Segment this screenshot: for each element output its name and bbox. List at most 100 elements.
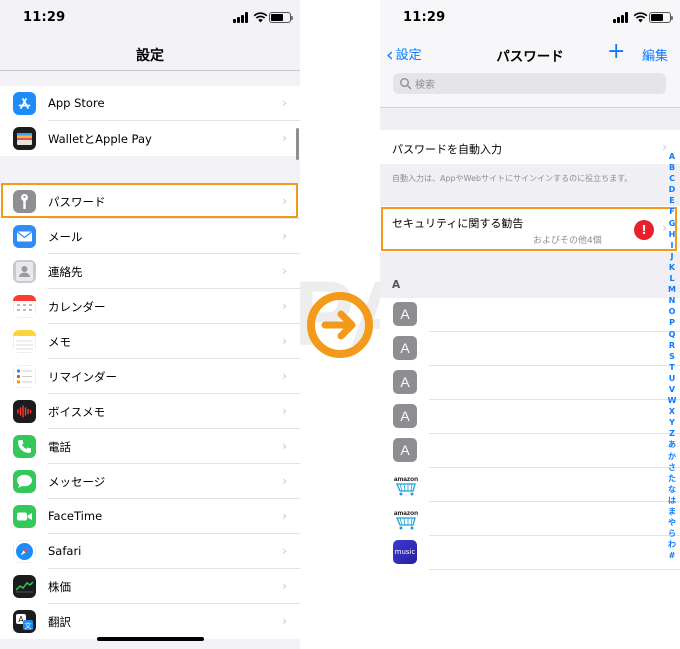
facetime-icon [13, 505, 36, 528]
settings-row-reminders[interactable]: リマインダー › [0, 359, 300, 394]
index-letter[interactable]: O [666, 306, 678, 317]
index-letter[interactable]: H [666, 229, 678, 240]
settings-row-contacts[interactable]: 連絡先 › [0, 254, 300, 289]
index-letter[interactable]: ら [666, 528, 678, 539]
index-letter[interactable]: G [666, 218, 678, 229]
settings-row-mail[interactable]: メール › [0, 219, 300, 254]
index-letter[interactable]: は [666, 495, 678, 506]
settings-row-calendar[interactable]: カレンダー › [0, 289, 300, 324]
index-letter[interactable]: わ [666, 539, 678, 550]
password-entry[interactable]: amazon [380, 468, 680, 502]
settings-group-store: App Store › WalletとApple Pay › [0, 86, 300, 156]
row-label: 連絡先 [48, 265, 83, 279]
password-entry[interactable]: A [380, 332, 680, 366]
index-letter[interactable]: F [666, 206, 678, 217]
home-indicator[interactable] [97, 637, 204, 641]
index-letter[interactable]: A [666, 151, 678, 162]
status-time: 11:29 [403, 10, 446, 25]
index-letter[interactable]: U [666, 373, 678, 384]
index-letter[interactable]: さ [666, 462, 678, 473]
calendar-icon [13, 295, 36, 318]
index-letter[interactable]: Z [666, 428, 678, 439]
index-letter[interactable]: P [666, 317, 678, 328]
safari-icon [13, 540, 36, 563]
status-bar: 11:29 [380, 0, 680, 36]
chevron-right-icon: › [282, 404, 287, 418]
page-title: 設定 [136, 48, 164, 64]
index-letter[interactable]: や [666, 517, 678, 528]
index-letter[interactable]: Y [666, 417, 678, 428]
index-letter[interactable]: K [666, 262, 678, 273]
row-separator [429, 569, 680, 570]
row-label: 株価 [48, 580, 71, 594]
settings-screen: 11:29 設定 App Store › WalletとApple Pay › パスワ… [0, 0, 300, 649]
row-label: App Store [48, 96, 105, 110]
autofill-label: パスワードを自動入力 [392, 143, 502, 156]
highlight-security-row [381, 207, 677, 251]
settings-row-translate[interactable]: A 文翻訳 › [0, 604, 300, 639]
settings-row-voice-memo[interactable]: ボイスメモ › [0, 394, 300, 429]
password-entry[interactable]: music [380, 536, 680, 570]
index-letter[interactable]: R [666, 340, 678, 351]
index-letter[interactable]: J [666, 251, 678, 262]
settings-row-app-store[interactable]: App Store › [0, 86, 300, 121]
search-field[interactable]: 検索 [393, 73, 666, 94]
row-label: WalletとApple Pay [48, 132, 152, 146]
edit-button[interactable]: 編集 [642, 45, 668, 64]
index-letter[interactable]: か [666, 451, 678, 462]
section-index[interactable]: A B C D E F G H I J K L M N O P Q R S T U V W X Y Z あかさたなはまやらわ # [666, 151, 678, 561]
settings-row-stocks[interactable]: 株価 › [0, 569, 300, 604]
index-letter[interactable]: あ [666, 439, 678, 450]
password-entry[interactable]: A [380, 366, 680, 400]
chevron-right-icon: › [282, 474, 287, 488]
index-letter[interactable]: ま [666, 506, 678, 517]
row-label: ボイスメモ [48, 405, 106, 419]
status-time: 11:29 [23, 10, 66, 25]
settings-row-wallet[interactable]: WalletとApple Pay › [0, 121, 300, 156]
settings-row-notes[interactable]: メモ › [0, 324, 300, 359]
index-letter[interactable]: V [666, 384, 678, 395]
index-letter[interactable]: N [666, 295, 678, 306]
index-letter[interactable]: D [666, 184, 678, 195]
password-entry[interactable]: A [380, 434, 680, 468]
index-letter[interactable]: X [666, 406, 678, 417]
voice-memo-icon [13, 400, 36, 423]
stocks-icon [13, 575, 36, 598]
index-letter[interactable]: Q [666, 329, 678, 340]
index-letter[interactable]: # [666, 550, 678, 561]
index-letter[interactable]: E [666, 195, 678, 206]
settings-group-apps: パスワード › メール › 連絡先 › カレンダー › メモ › リマインダー › ボイスメモ › 電話 › メ… [0, 184, 300, 639]
svg-text:amazon: amazon [394, 510, 418, 517]
chevron-right-icon: › [282, 96, 287, 110]
row-label: 電話 [48, 440, 71, 454]
index-letter[interactable]: M [666, 284, 678, 295]
password-entry[interactable]: A [380, 298, 680, 332]
index-letter[interactable]: C [666, 173, 678, 184]
index-letter[interactable]: な [666, 484, 678, 495]
section-spacer [380, 108, 680, 130]
page-title: パスワード [496, 49, 564, 65]
settings-row-phone[interactable]: 電話 › [0, 429, 300, 464]
scroll-indicator[interactable] [296, 128, 299, 160]
settings-row-safari[interactable]: Safari › [0, 534, 300, 569]
chevron-right-icon: › [282, 131, 287, 145]
autofill-passwords-row[interactable]: パスワードを自動入力 › [380, 130, 680, 164]
password-entry[interactable]: amazon [380, 502, 680, 536]
add-password-button[interactable]: + [607, 39, 625, 64]
settings-row-facetime[interactable]: FaceTime › [0, 499, 300, 534]
index-letter[interactable]: T [666, 362, 678, 373]
index-letter[interactable]: た [666, 473, 678, 484]
settings-row-messages[interactable]: メッセージ › [0, 464, 300, 499]
index-letter[interactable]: W [666, 395, 678, 406]
index-letter[interactable]: B [666, 162, 678, 173]
row-label: リマインダー [48, 370, 117, 384]
chevron-right-icon: › [282, 264, 287, 278]
index-letter[interactable]: S [666, 351, 678, 362]
index-letter[interactable]: I [666, 240, 678, 251]
row-label: FaceTime [48, 509, 103, 523]
svg-text:amazon: amazon [394, 476, 418, 483]
search-placeholder: 検索 [415, 80, 435, 91]
index-letter[interactable]: L [666, 273, 678, 284]
password-entry[interactable]: A [380, 400, 680, 434]
chevron-right-icon: › [282, 229, 287, 243]
